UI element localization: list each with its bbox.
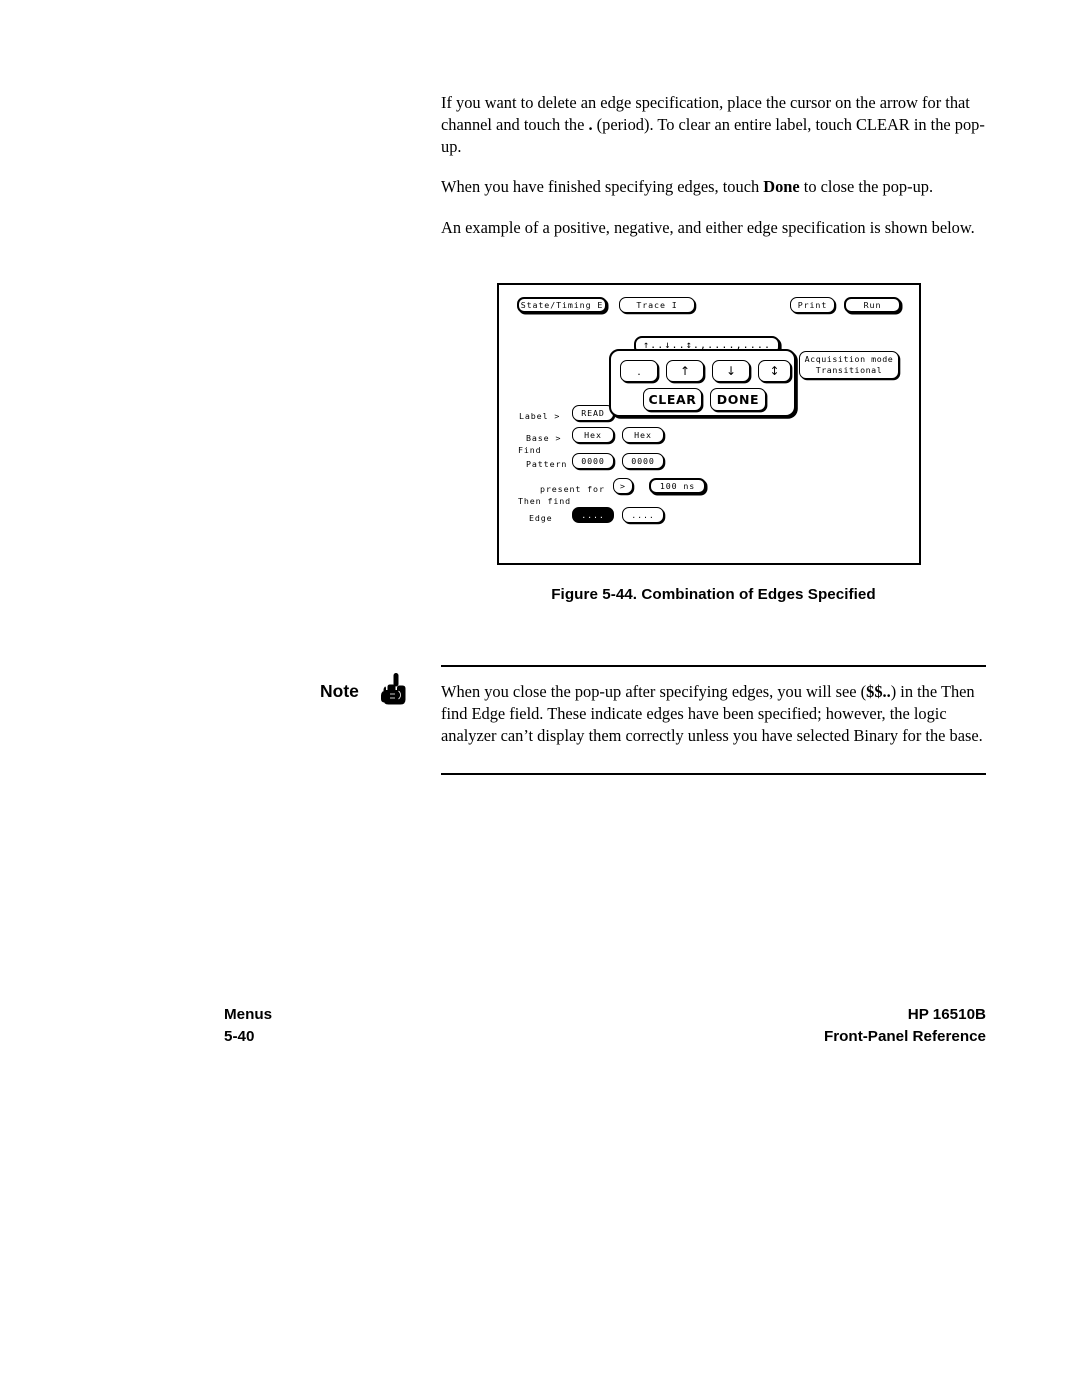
- note-text: When you close the pop-up after specifyi…: [441, 682, 983, 745]
- label-caption: Label >: [519, 411, 561, 421]
- instrument-screen-frame: State/Timing E Trace I Print Run Acquisi…: [497, 283, 921, 565]
- rising-edge-key[interactable]: ↑: [666, 360, 704, 382]
- base-value-key-2[interactable]: Hex: [622, 427, 664, 443]
- footer-section-name: Menus: [224, 1006, 273, 1023]
- note-rule-top: [441, 665, 986, 667]
- footer-product-name: HP 16510B: [907, 1006, 986, 1023]
- either-edge-key[interactable]: ↕: [758, 360, 791, 382]
- find-caption: Find: [518, 445, 542, 455]
- instrument-screen: State/Timing E Trace I Print Run Acquisi…: [499, 285, 919, 563]
- edge-value-key-1[interactable]: ....: [572, 507, 614, 523]
- note-rule-bottom: [441, 773, 986, 775]
- footer-manual-title: Front-Panel Reference: [823, 1028, 986, 1046]
- pattern-caption: Pattern: [526, 459, 568, 469]
- present-for-caption: present for: [540, 484, 605, 494]
- body-text: If you want to delete an edge specificat…: [441, 92, 986, 239]
- run-key[interactable]: Run: [844, 297, 901, 313]
- label-value-key[interactable]: READ: [572, 405, 614, 421]
- paragraph-example-intro: An example of a positive, negative, and …: [441, 218, 975, 238]
- base-caption: Base >: [526, 433, 562, 443]
- present-for-operator-key[interactable]: >: [613, 478, 633, 494]
- acquisition-mode-value: Transitional: [815, 365, 883, 375]
- present-for-time-key[interactable]: 100 ns: [649, 478, 706, 494]
- edge-assignment-popup: . ↑ ↓ ↕ CLEAR DONE: [609, 349, 796, 417]
- paragraph-delete-edge: If you want to delete an edge specificat…: [441, 93, 985, 156]
- pattern-value-key-2[interactable]: 0000: [622, 453, 664, 469]
- footer-page-number: 5-40: [224, 1028, 255, 1046]
- edge-caption: Edge: [529, 513, 553, 523]
- figure-combination-of-edges: State/Timing E Trace I Print Run Acquisi…: [497, 283, 921, 565]
- then-find-caption: Then find: [518, 496, 572, 506]
- acquisition-mode-title: Acquisition mode: [804, 354, 894, 365]
- clear-key[interactable]: CLEAR: [643, 388, 702, 411]
- period-key[interactable]: .: [620, 360, 658, 382]
- state-timing-key[interactable]: State/Timing E: [517, 297, 607, 313]
- page-footer: Menus HP 16510B 5-40 Front-Panel Referen…: [224, 1004, 986, 1048]
- figure-caption: Figure 5-44. Combination of Edges Specif…: [551, 586, 876, 603]
- edge-value-key-2[interactable]: ....: [622, 507, 664, 523]
- done-key[interactable]: DONE: [710, 388, 766, 411]
- paragraph-finished-edges: When you have finished specifying edges,…: [441, 177, 934, 197]
- trace-key[interactable]: Trace I: [619, 297, 695, 313]
- acquisition-mode-readout[interactable]: Acquisition mode Transitional: [799, 351, 899, 379]
- print-key[interactable]: Print: [790, 297, 835, 313]
- note-label: Note: [320, 681, 359, 701]
- pattern-value-key-1[interactable]: 0000: [572, 453, 614, 469]
- pointing-hand-icon: [380, 672, 412, 706]
- falling-edge-key[interactable]: ↓: [712, 360, 750, 382]
- base-value-key-1[interactable]: Hex: [572, 427, 614, 443]
